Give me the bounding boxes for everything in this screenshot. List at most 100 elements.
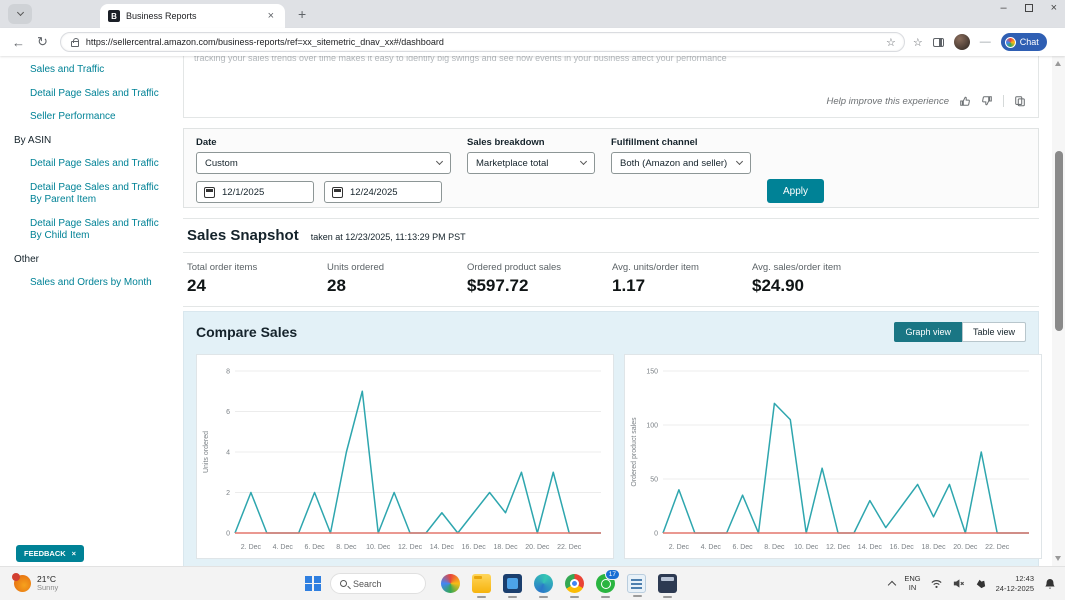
- units-ordered-chart: 024682. Dec4. Dec6. Dec8. Dec10. Dec12. …: [199, 361, 611, 557]
- notepad-icon[interactable]: [627, 574, 646, 593]
- volume-mute-icon[interactable]: [952, 577, 965, 590]
- metric: Ordered product sales$597.72: [467, 262, 612, 296]
- svg-text:8: 8: [226, 369, 230, 376]
- apply-button[interactable]: Apply: [767, 179, 824, 203]
- sidebar-item[interactable]: Detail Page Sales and Traffic By Parent …: [30, 182, 165, 207]
- svg-text:22. Dec: 22. Dec: [985, 544, 1010, 551]
- svg-text:4: 4: [226, 450, 230, 457]
- url-text[interactable]: https://sellercentral.amazon.com/busines…: [86, 37, 886, 47]
- scrollbar-thumb[interactable]: [1055, 151, 1063, 331]
- browser-tab[interactable]: B Business Reports ×: [100, 4, 285, 28]
- weather-widget[interactable]: 21°C Sunny: [14, 575, 58, 593]
- tab-title: Business Reports: [126, 11, 265, 21]
- scroll-up-arrow-icon[interactable]: [1055, 61, 1061, 66]
- search-icon: [340, 580, 347, 587]
- copilot-icon: [1005, 37, 1016, 48]
- sidebar-item[interactable]: Detail Page Sales and Traffic: [30, 158, 165, 171]
- sales-snapshot-title: Sales Snapshot: [187, 227, 299, 244]
- svg-text:0: 0: [654, 531, 658, 538]
- vertical-scrollbar[interactable]: [1052, 56, 1065, 566]
- page-content: Sales and Traffic Detail Page Sales and T…: [0, 56, 1065, 566]
- thumbs-down-icon[interactable]: [981, 95, 993, 107]
- refresh-button[interactable]: ↻: [37, 34, 48, 50]
- svg-text:4. Dec: 4. Dec: [701, 544, 722, 551]
- svg-text:12. Dec: 12. Dec: [398, 544, 423, 551]
- notification-bell-icon[interactable]: [1043, 577, 1057, 591]
- edge-icon[interactable]: [534, 574, 553, 593]
- extensions-dash-icon: —: [980, 36, 991, 48]
- metric: Avg. units/order item1.17: [612, 262, 752, 296]
- chrome-icon[interactable]: [565, 574, 584, 593]
- compare-sales-section: Compare Sales Graph view Table view 0246…: [183, 311, 1039, 567]
- language-indicator[interactable]: ENGIN: [904, 575, 920, 592]
- svg-text:16. Dec: 16. Dec: [462, 544, 487, 551]
- tab-close-icon[interactable]: ×: [265, 10, 277, 22]
- chat-button[interactable]: Chat: [1001, 33, 1047, 51]
- side-panel-icon[interactable]: [933, 38, 944, 47]
- end-date-input[interactable]: 12/24/2025: [324, 181, 442, 203]
- svg-text:14. Dec: 14. Dec: [430, 544, 455, 551]
- wifi-icon[interactable]: [930, 577, 943, 590]
- fulfillment-channel-label: Fulfillment channel: [611, 137, 751, 148]
- browser-toolbar: ← ↻ https://sellercentral.amazon.com/bus…: [0, 28, 1065, 56]
- ordered-product-sales-chart-card: 0501001502. Dec4. Dec6. Dec8. Dec10. Dec…: [624, 354, 1042, 559]
- graph-view-button[interactable]: Graph view: [894, 322, 962, 342]
- favorites-icon[interactable]: ☆: [913, 36, 923, 49]
- svg-text:16. Dec: 16. Dec: [890, 544, 915, 551]
- metric: Units ordered28: [327, 262, 467, 296]
- sidebar-item[interactable]: Sales and Traffic: [30, 64, 165, 77]
- svg-text:Units ordered: Units ordered: [203, 431, 210, 473]
- fulfillment-channel-select[interactable]: Both (Amazon and seller): [611, 152, 751, 174]
- bookmark-star-icon[interactable]: ☆: [886, 36, 896, 49]
- svg-text:14. Dec: 14. Dec: [858, 544, 883, 551]
- taskbar-search[interactable]: Search: [330, 573, 426, 594]
- compare-sales-title: Compare Sales: [196, 324, 297, 340]
- metric: Total order items24: [187, 262, 327, 296]
- window-close-button[interactable]: ×: [1051, 2, 1057, 14]
- metric: Avg. sales/order item$24.90: [752, 262, 892, 296]
- filter-panel: Date Custom 12/1/2025 12/24/2025: [183, 128, 1039, 208]
- profile-avatar[interactable]: [954, 34, 970, 50]
- svg-text:8. Dec: 8. Dec: [764, 544, 785, 551]
- tab-favicon-icon: B: [108, 10, 120, 22]
- back-button[interactable]: ←: [12, 35, 25, 50]
- start-button[interactable]: [305, 576, 321, 592]
- feedback-button[interactable]: FEEDBACK ×: [16, 545, 84, 562]
- date-range-select[interactable]: Custom: [196, 152, 451, 174]
- address-bar[interactable]: https://sellercentral.amazon.com/busines…: [60, 32, 905, 52]
- svg-text:20. Dec: 20. Dec: [953, 544, 978, 551]
- calculator-icon[interactable]: [658, 574, 677, 593]
- taskbar: 21°C Sunny Search 17 ENGIN 12:4324-12-20…: [0, 566, 1065, 600]
- sidebar-item[interactable]: Detail Page Sales and Traffic By Child I…: [30, 218, 165, 243]
- start-date-input[interactable]: 12/1/2025: [196, 181, 314, 203]
- scroll-down-arrow-icon[interactable]: [1055, 556, 1061, 561]
- calendar-icon[interactable]: [332, 187, 343, 198]
- tab-search-button[interactable]: [8, 4, 32, 24]
- weather-description: Sunny: [37, 584, 58, 592]
- window-minimize-button[interactable]: –: [1000, 2, 1006, 14]
- chevron-down-icon: [580, 158, 587, 165]
- sales-breakdown-label: Sales breakdown: [467, 137, 595, 148]
- touchpad-icon[interactable]: [974, 577, 987, 590]
- photos-icon[interactable]: [503, 574, 522, 593]
- sidebar-item[interactable]: Seller Performance: [30, 111, 165, 124]
- window-maximize-button[interactable]: [1025, 4, 1033, 12]
- sidebar-item[interactable]: Sales and Orders by Month: [30, 277, 165, 290]
- file-explorer-icon[interactable]: [472, 574, 491, 593]
- copy-icon[interactable]: [1014, 95, 1026, 107]
- taskbar-clock[interactable]: 12:4324-12-2025: [996, 574, 1034, 593]
- svg-text:18. Dec: 18. Dec: [921, 544, 946, 551]
- svg-text:Ordered product sales: Ordered product sales: [631, 417, 638, 487]
- notification-badge: 17: [605, 569, 620, 580]
- sidebar-item[interactable]: Detail Page Sales and Traffic: [30, 88, 165, 101]
- sidebar-nav: Sales and Traffic Detail Page Sales and T…: [0, 56, 175, 566]
- table-view-button[interactable]: Table view: [962, 322, 1026, 342]
- sales-breakdown-select[interactable]: Marketplace total: [467, 152, 595, 174]
- new-tab-button[interactable]: +: [295, 6, 309, 22]
- copilot-icon[interactable]: [441, 574, 460, 593]
- whatsapp-icon[interactable]: 17: [596, 574, 615, 593]
- feedback-close-icon[interactable]: ×: [72, 549, 76, 558]
- thumbs-up-icon[interactable]: [959, 95, 971, 107]
- tray-expand-icon[interactable]: [888, 581, 896, 589]
- calendar-icon[interactable]: [204, 187, 215, 198]
